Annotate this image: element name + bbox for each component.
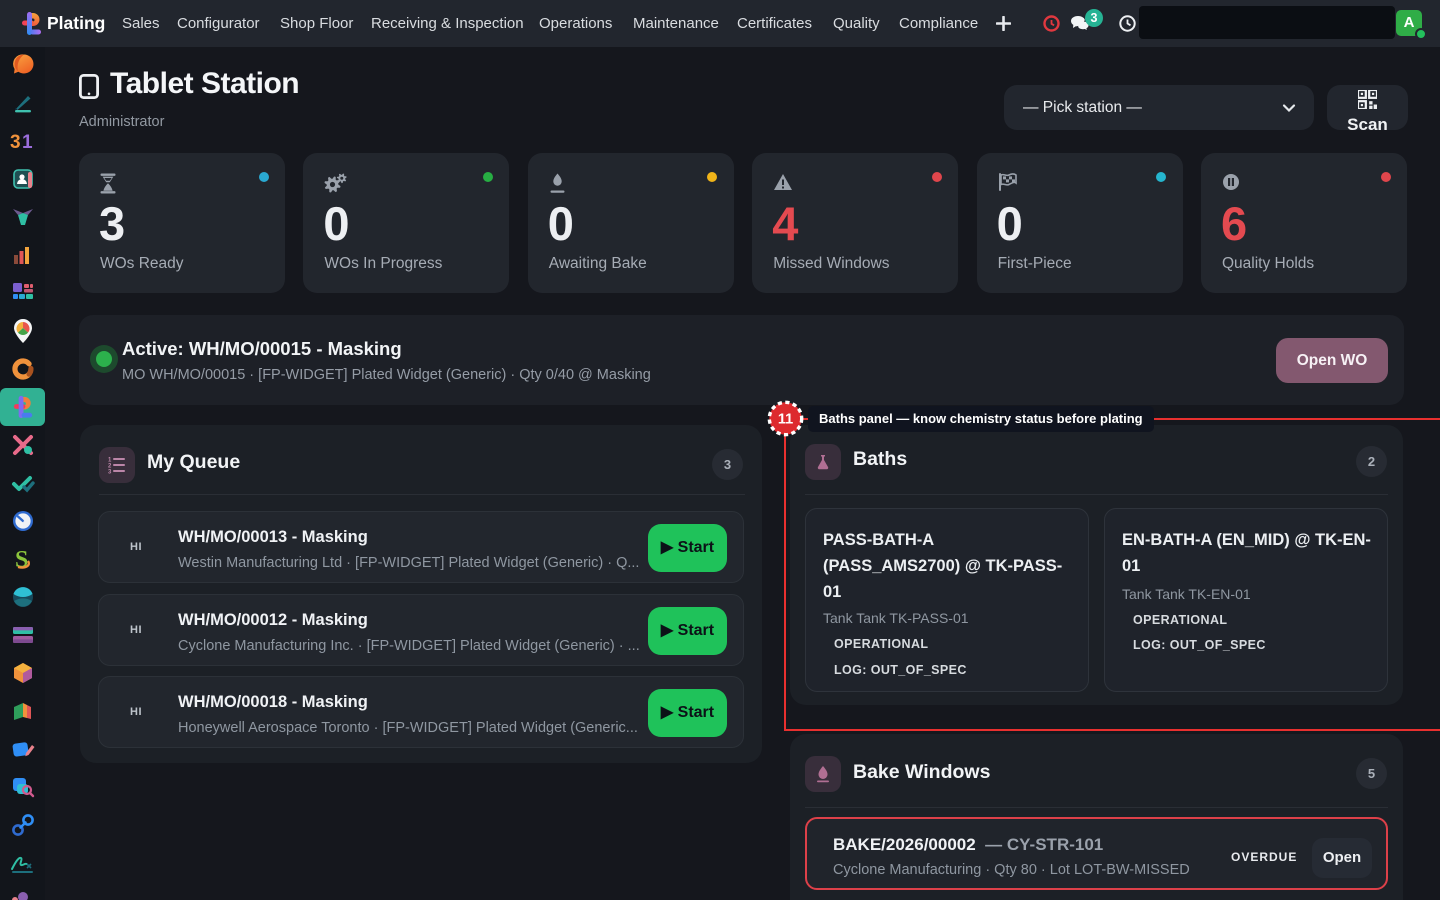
svg-text:3: 3 — [108, 470, 112, 476]
svg-text:11: 11 — [778, 412, 793, 428]
svg-text:1: 1 — [22, 132, 33, 153]
svg-text:3: 3 — [10, 132, 21, 153]
